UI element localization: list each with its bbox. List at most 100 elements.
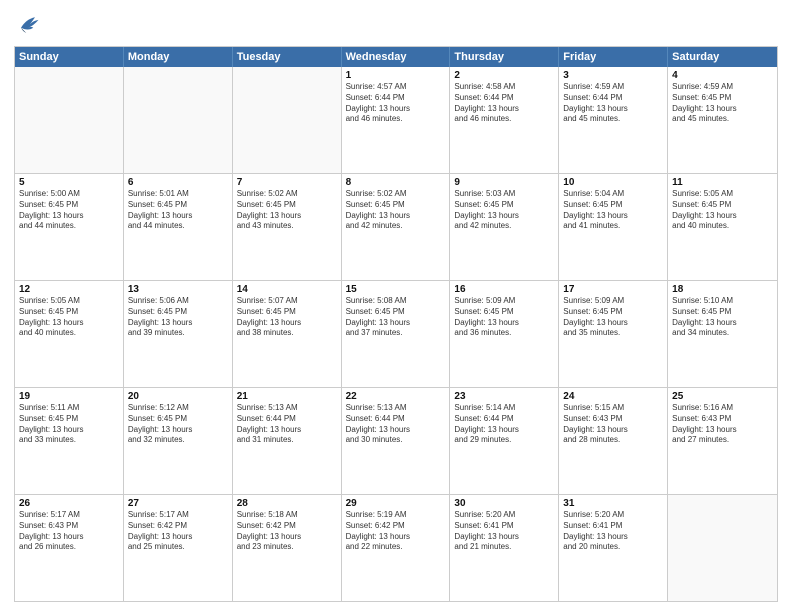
- day-cell: [124, 67, 233, 173]
- week-row-1: 1Sunrise: 4:57 AM Sunset: 6:44 PM Daylig…: [15, 67, 777, 173]
- day-number: 26: [19, 498, 119, 509]
- day-cell: 20Sunrise: 5:12 AM Sunset: 6:45 PM Dayli…: [124, 388, 233, 494]
- day-number: 22: [346, 391, 446, 402]
- day-cell: 29Sunrise: 5:19 AM Sunset: 6:42 PM Dayli…: [342, 495, 451, 601]
- day-cell: 26Sunrise: 5:17 AM Sunset: 6:43 PM Dayli…: [15, 495, 124, 601]
- day-cell: [233, 67, 342, 173]
- day-header-thursday: Thursday: [450, 47, 559, 67]
- page: SundayMondayTuesdayWednesdayThursdayFrid…: [0, 0, 792, 612]
- day-cell: 13Sunrise: 5:06 AM Sunset: 6:45 PM Dayli…: [124, 281, 233, 387]
- day-number: 18: [672, 284, 773, 295]
- day-cell: [668, 495, 777, 601]
- day-info: Sunrise: 5:08 AM Sunset: 6:45 PM Dayligh…: [346, 296, 446, 339]
- day-cell: 30Sunrise: 5:20 AM Sunset: 6:41 PM Dayli…: [450, 495, 559, 601]
- day-number: 4: [672, 70, 773, 81]
- week-row-2: 5Sunrise: 5:00 AM Sunset: 6:45 PM Daylig…: [15, 173, 777, 280]
- day-number: 11: [672, 177, 773, 188]
- day-number: 14: [237, 284, 337, 295]
- day-info: Sunrise: 4:59 AM Sunset: 6:45 PM Dayligh…: [672, 82, 773, 125]
- day-info: Sunrise: 5:17 AM Sunset: 6:42 PM Dayligh…: [128, 510, 228, 553]
- day-info: Sunrise: 4:57 AM Sunset: 6:44 PM Dayligh…: [346, 82, 446, 125]
- day-number: 7: [237, 177, 337, 188]
- day-cell: 4Sunrise: 4:59 AM Sunset: 6:45 PM Daylig…: [668, 67, 777, 173]
- day-header-monday: Monday: [124, 47, 233, 67]
- day-info: Sunrise: 5:02 AM Sunset: 6:45 PM Dayligh…: [237, 189, 337, 232]
- day-cell: 10Sunrise: 5:04 AM Sunset: 6:45 PM Dayli…: [559, 174, 668, 280]
- day-cell: 19Sunrise: 5:11 AM Sunset: 6:45 PM Dayli…: [15, 388, 124, 494]
- week-row-5: 26Sunrise: 5:17 AM Sunset: 6:43 PM Dayli…: [15, 494, 777, 601]
- day-info: Sunrise: 4:58 AM Sunset: 6:44 PM Dayligh…: [454, 82, 554, 125]
- day-number: 10: [563, 177, 663, 188]
- day-cell: 8Sunrise: 5:02 AM Sunset: 6:45 PM Daylig…: [342, 174, 451, 280]
- week-row-4: 19Sunrise: 5:11 AM Sunset: 6:45 PM Dayli…: [15, 387, 777, 494]
- day-info: Sunrise: 5:14 AM Sunset: 6:44 PM Dayligh…: [454, 403, 554, 446]
- day-info: Sunrise: 5:09 AM Sunset: 6:45 PM Dayligh…: [563, 296, 663, 339]
- day-cell: 18Sunrise: 5:10 AM Sunset: 6:45 PM Dayli…: [668, 281, 777, 387]
- day-number: 31: [563, 498, 663, 509]
- day-cell: 28Sunrise: 5:18 AM Sunset: 6:42 PM Dayli…: [233, 495, 342, 601]
- day-number: 29: [346, 498, 446, 509]
- day-number: 2: [454, 70, 554, 81]
- day-cell: 25Sunrise: 5:16 AM Sunset: 6:43 PM Dayli…: [668, 388, 777, 494]
- calendar: SundayMondayTuesdayWednesdayThursdayFrid…: [14, 46, 778, 602]
- day-cell: 21Sunrise: 5:13 AM Sunset: 6:44 PM Dayli…: [233, 388, 342, 494]
- day-number: 24: [563, 391, 663, 402]
- day-header-sunday: Sunday: [15, 47, 124, 67]
- day-number: 28: [237, 498, 337, 509]
- day-number: 9: [454, 177, 554, 188]
- day-cell: 24Sunrise: 5:15 AM Sunset: 6:43 PM Dayli…: [559, 388, 668, 494]
- day-cell: 3Sunrise: 4:59 AM Sunset: 6:44 PM Daylig…: [559, 67, 668, 173]
- day-cell: 22Sunrise: 5:13 AM Sunset: 6:44 PM Dayli…: [342, 388, 451, 494]
- day-info: Sunrise: 5:20 AM Sunset: 6:41 PM Dayligh…: [563, 510, 663, 553]
- day-cell: 9Sunrise: 5:03 AM Sunset: 6:45 PM Daylig…: [450, 174, 559, 280]
- day-cell: 27Sunrise: 5:17 AM Sunset: 6:42 PM Dayli…: [124, 495, 233, 601]
- day-number: 13: [128, 284, 228, 295]
- day-number: 17: [563, 284, 663, 295]
- week-row-3: 12Sunrise: 5:05 AM Sunset: 6:45 PM Dayli…: [15, 280, 777, 387]
- day-headers: SundayMondayTuesdayWednesdayThursdayFrid…: [15, 47, 777, 67]
- day-header-friday: Friday: [559, 47, 668, 67]
- day-number: 15: [346, 284, 446, 295]
- day-info: Sunrise: 5:19 AM Sunset: 6:42 PM Dayligh…: [346, 510, 446, 553]
- day-header-saturday: Saturday: [668, 47, 777, 67]
- day-cell: 12Sunrise: 5:05 AM Sunset: 6:45 PM Dayli…: [15, 281, 124, 387]
- day-info: Sunrise: 5:15 AM Sunset: 6:43 PM Dayligh…: [563, 403, 663, 446]
- day-cell: 7Sunrise: 5:02 AM Sunset: 6:45 PM Daylig…: [233, 174, 342, 280]
- day-info: Sunrise: 5:01 AM Sunset: 6:45 PM Dayligh…: [128, 189, 228, 232]
- day-info: Sunrise: 5:09 AM Sunset: 6:45 PM Dayligh…: [454, 296, 554, 339]
- day-info: Sunrise: 5:17 AM Sunset: 6:43 PM Dayligh…: [19, 510, 119, 553]
- day-header-wednesday: Wednesday: [342, 47, 451, 67]
- day-number: 19: [19, 391, 119, 402]
- day-number: 25: [672, 391, 773, 402]
- day-number: 3: [563, 70, 663, 81]
- day-info: Sunrise: 5:16 AM Sunset: 6:43 PM Dayligh…: [672, 403, 773, 446]
- day-number: 16: [454, 284, 554, 295]
- day-number: 1: [346, 70, 446, 81]
- day-cell: 6Sunrise: 5:01 AM Sunset: 6:45 PM Daylig…: [124, 174, 233, 280]
- day-cell: [15, 67, 124, 173]
- day-number: 30: [454, 498, 554, 509]
- day-cell: 5Sunrise: 5:00 AM Sunset: 6:45 PM Daylig…: [15, 174, 124, 280]
- day-cell: 11Sunrise: 5:05 AM Sunset: 6:45 PM Dayli…: [668, 174, 777, 280]
- day-info: Sunrise: 5:12 AM Sunset: 6:45 PM Dayligh…: [128, 403, 228, 446]
- day-info: Sunrise: 5:03 AM Sunset: 6:45 PM Dayligh…: [454, 189, 554, 232]
- day-info: Sunrise: 5:05 AM Sunset: 6:45 PM Dayligh…: [672, 189, 773, 232]
- day-number: 21: [237, 391, 337, 402]
- day-header-tuesday: Tuesday: [233, 47, 342, 67]
- day-number: 23: [454, 391, 554, 402]
- day-cell: 31Sunrise: 5:20 AM Sunset: 6:41 PM Dayli…: [559, 495, 668, 601]
- weeks: 1Sunrise: 4:57 AM Sunset: 6:44 PM Daylig…: [15, 67, 777, 601]
- logo-icon: [14, 12, 42, 40]
- day-info: Sunrise: 5:02 AM Sunset: 6:45 PM Dayligh…: [346, 189, 446, 232]
- day-number: 20: [128, 391, 228, 402]
- day-cell: 1Sunrise: 4:57 AM Sunset: 6:44 PM Daylig…: [342, 67, 451, 173]
- day-info: Sunrise: 5:06 AM Sunset: 6:45 PM Dayligh…: [128, 296, 228, 339]
- day-info: Sunrise: 4:59 AM Sunset: 6:44 PM Dayligh…: [563, 82, 663, 125]
- day-cell: 23Sunrise: 5:14 AM Sunset: 6:44 PM Dayli…: [450, 388, 559, 494]
- day-number: 6: [128, 177, 228, 188]
- day-info: Sunrise: 5:11 AM Sunset: 6:45 PM Dayligh…: [19, 403, 119, 446]
- day-cell: 15Sunrise: 5:08 AM Sunset: 6:45 PM Dayli…: [342, 281, 451, 387]
- day-info: Sunrise: 5:00 AM Sunset: 6:45 PM Dayligh…: [19, 189, 119, 232]
- day-info: Sunrise: 5:20 AM Sunset: 6:41 PM Dayligh…: [454, 510, 554, 553]
- logo: [14, 12, 46, 40]
